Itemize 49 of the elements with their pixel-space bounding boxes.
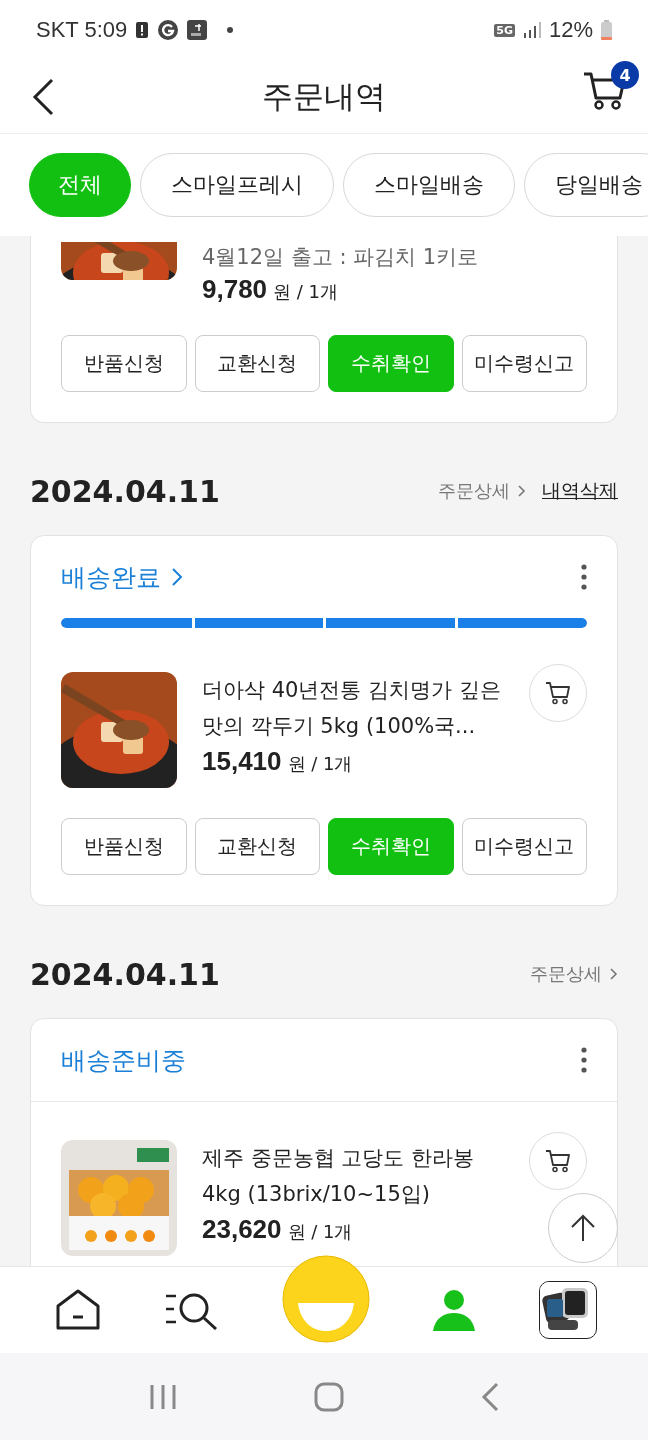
more-icon[interactable] [581, 564, 587, 590]
battery-icon [601, 20, 612, 40]
status-time: SKT 5:09 [36, 17, 128, 43]
cart-icon [545, 681, 571, 705]
order-detail-link[interactable]: 주문상세 [438, 479, 526, 503]
filter-chip[interactable]: 당일배송 [524, 153, 648, 217]
chevron-icon [518, 485, 526, 497]
order-action-button[interactable]: 반품신청 [61, 818, 187, 875]
network-label: 5G [494, 23, 515, 37]
order-detail-link[interactable]: 주문상세 [530, 962, 618, 986]
recent-item-thumbnail[interactable] [538, 1281, 597, 1339]
order-date: 2024.04.11 [30, 473, 220, 509]
product-option: 4월12일 출고 : 파김치 1키로 [202, 242, 587, 272]
more-icon[interactable] [581, 1047, 587, 1073]
chevron-icon [171, 567, 183, 587]
g-icon [157, 19, 180, 41]
product-title[interactable]: 더아삭 40년전통 김치명가 깊은맛의 깍두기 5kg (100%국... [202, 672, 504, 744]
order-action-button[interactable]: 미수령신고 [461, 335, 587, 392]
signal-icon [522, 21, 541, 39]
price-unit: 원 / 1개 [287, 1220, 353, 1244]
cart-icon [545, 1149, 571, 1173]
order-action-button[interactable]: 교환신청 [194, 335, 320, 392]
delivery-status-link[interactable]: 배송완료 [61, 560, 183, 594]
order-date: 2024.04.11 [30, 956, 220, 992]
back-icon[interactable] [32, 78, 54, 116]
pay-icon [187, 20, 208, 40]
product-price: 9,780 [202, 274, 268, 305]
cart-count-badge: 4 [611, 61, 639, 89]
price-unit: 원 / 1개 [273, 280, 339, 304]
home-button-icon[interactable] [314, 1381, 344, 1412]
home-icon[interactable] [55, 1288, 102, 1332]
page-title: 주문내역 [262, 76, 386, 116]
filter-chip[interactable]: 스마일프레시 [140, 153, 334, 217]
recent-apps-icon[interactable] [148, 1383, 177, 1410]
product-price: 23,620 [202, 1214, 282, 1245]
dot-icon [227, 27, 234, 33]
chevron-icon [610, 968, 618, 980]
delivery-status: 배송준비중 [61, 1044, 186, 1077]
delete-history-link[interactable]: 내역삭제 [542, 478, 618, 504]
battery-percent: 12% [548, 17, 593, 43]
product-title[interactable]: 제주 중문농협 고당도 한라봉 4kg (13brix/10~15입) [202, 1140, 504, 1212]
order-action-button[interactable]: 교환신청 [194, 818, 320, 875]
back-button-icon[interactable] [481, 1381, 500, 1412]
product-price: 15,410 [202, 746, 282, 777]
filter-chip[interactable]: 스마일배송 [343, 153, 515, 217]
order-action-button[interactable]: 미수령신고 [461, 818, 587, 875]
order-action-button[interactable]: 반품신청 [61, 335, 187, 392]
price-unit: 원 / 1개 [287, 752, 353, 776]
alert-icon [135, 21, 150, 39]
